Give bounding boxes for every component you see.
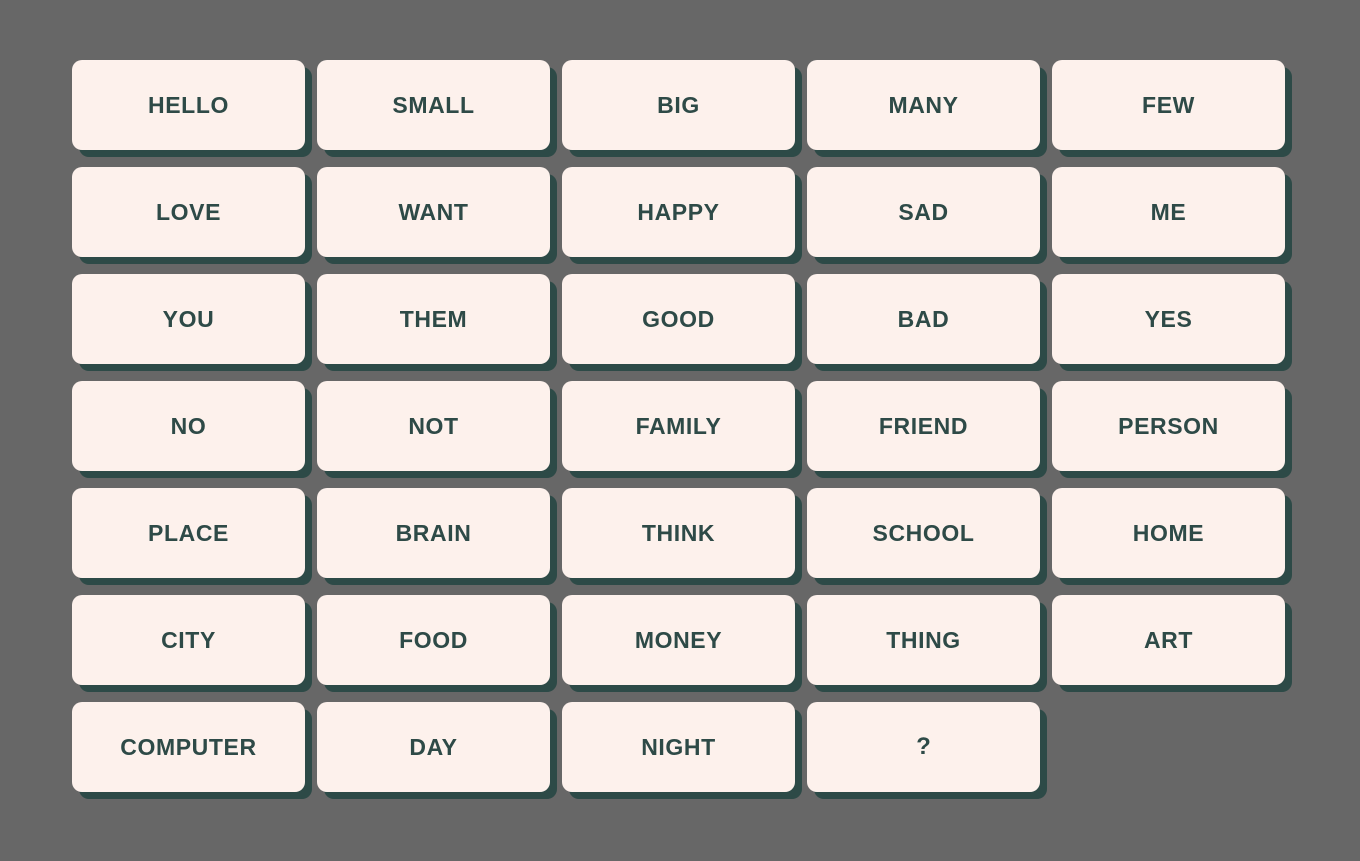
word-button-not[interactable]: NOT <box>317 381 550 471</box>
word-button-label: ? <box>916 733 931 760</box>
word-button-label: DAY <box>409 733 458 760</box>
word-button-city[interactable]: CITY <box>72 595 305 685</box>
word-button-place[interactable]: PLACE <box>72 488 305 578</box>
word-button-label: PLACE <box>148 519 229 546</box>
word-button-label: ME <box>1150 198 1187 225</box>
word-button-them[interactable]: THEM <box>317 274 550 364</box>
word-button-you[interactable]: YOU <box>72 274 305 364</box>
word-button-art[interactable]: ART <box>1052 595 1285 685</box>
word-button-label: BIG <box>657 91 700 118</box>
word-button-family[interactable]: FAMILY <box>562 381 795 471</box>
word-button-yes[interactable]: YES <box>1052 274 1285 364</box>
word-button-label: YOU <box>162 305 215 332</box>
word-button-computer[interactable]: COMPUTER <box>72 702 305 792</box>
word-button-label: SAD <box>898 198 949 225</box>
word-button-think[interactable]: THINK <box>562 488 795 578</box>
word-button-thing[interactable]: THING <box>807 595 1040 685</box>
word-button-label: FAMILY <box>635 412 722 439</box>
word-button-big[interactable]: BIG <box>562 60 795 150</box>
word-button-person[interactable]: PERSON <box>1052 381 1285 471</box>
word-button-unknown[interactable]: ? <box>807 702 1040 792</box>
word-button-label: THING <box>886 626 961 653</box>
word-button-label: COMPUTER <box>120 733 257 760</box>
word-button-label: LOVE <box>155 198 222 225</box>
word-button-label: FOOD <box>399 626 468 653</box>
word-button-label: SCHOOL <box>872 519 975 546</box>
word-button-label: BRAIN <box>395 519 472 546</box>
word-button-love[interactable]: LOVE <box>72 167 305 257</box>
word-button-food[interactable]: FOOD <box>317 595 550 685</box>
word-button-label: CITY <box>161 626 216 653</box>
word-button-brain[interactable]: BRAIN <box>317 488 550 578</box>
word-button-night[interactable]: NIGHT <box>562 702 795 792</box>
word-button-small[interactable]: SMALL <box>317 60 550 150</box>
word-button-label: NIGHT <box>641 733 716 760</box>
word-button-label: GOOD <box>642 305 715 332</box>
word-button-many[interactable]: MANY <box>807 60 1040 150</box>
word-button-label: BAD <box>897 305 950 332</box>
word-button-label: HELLO <box>148 91 229 118</box>
word-button-label: MONEY <box>634 626 723 653</box>
word-button-label: NOT <box>408 412 459 439</box>
word-button-label: HAPPY <box>637 198 720 225</box>
word-button-label: YES <box>1144 305 1193 332</box>
word-button-label: ART <box>1143 626 1194 653</box>
word-button-label: FEW <box>1142 91 1195 118</box>
word-button-day[interactable]: DAY <box>317 702 550 792</box>
word-button-money[interactable]: MONEY <box>562 595 795 685</box>
word-button-sad[interactable]: SAD <box>807 167 1040 257</box>
word-button-school[interactable]: SCHOOL <box>807 488 1040 578</box>
word-button-no[interactable]: NO <box>72 381 305 471</box>
word-board: HELLO SMALL BIG MANY FEW LOVE WANT HAPPY SAD ME YO… <box>0 0 1360 861</box>
word-button-label: MANY <box>888 91 959 118</box>
word-button-happy[interactable]: HAPPY <box>562 167 795 257</box>
word-button-label: NO <box>170 412 207 439</box>
word-button-label: THINK <box>641 519 716 546</box>
word-button-good[interactable]: GOOD <box>562 274 795 364</box>
word-button-grid: HELLO SMALL BIG MANY FEW LOVE WANT HAPPY SAD ME YO… <box>72 60 1296 792</box>
word-button-label: HOME <box>1132 519 1205 546</box>
word-button-label: SMALL <box>392 91 475 118</box>
word-button-label: THEM <box>399 305 468 332</box>
word-button-label: WANT <box>398 198 469 225</box>
word-button-few[interactable]: FEW <box>1052 60 1285 150</box>
word-button-label: PERSON <box>1118 412 1219 439</box>
word-button-hello[interactable]: HELLO <box>72 60 305 150</box>
word-button-bad[interactable]: BAD <box>807 274 1040 364</box>
word-button-friend[interactable]: FRIEND <box>807 381 1040 471</box>
word-button-want[interactable]: WANT <box>317 167 550 257</box>
word-button-me[interactable]: ME <box>1052 167 1285 257</box>
word-button-home[interactable]: HOME <box>1052 488 1285 578</box>
word-button-label: FRIEND <box>878 412 969 439</box>
